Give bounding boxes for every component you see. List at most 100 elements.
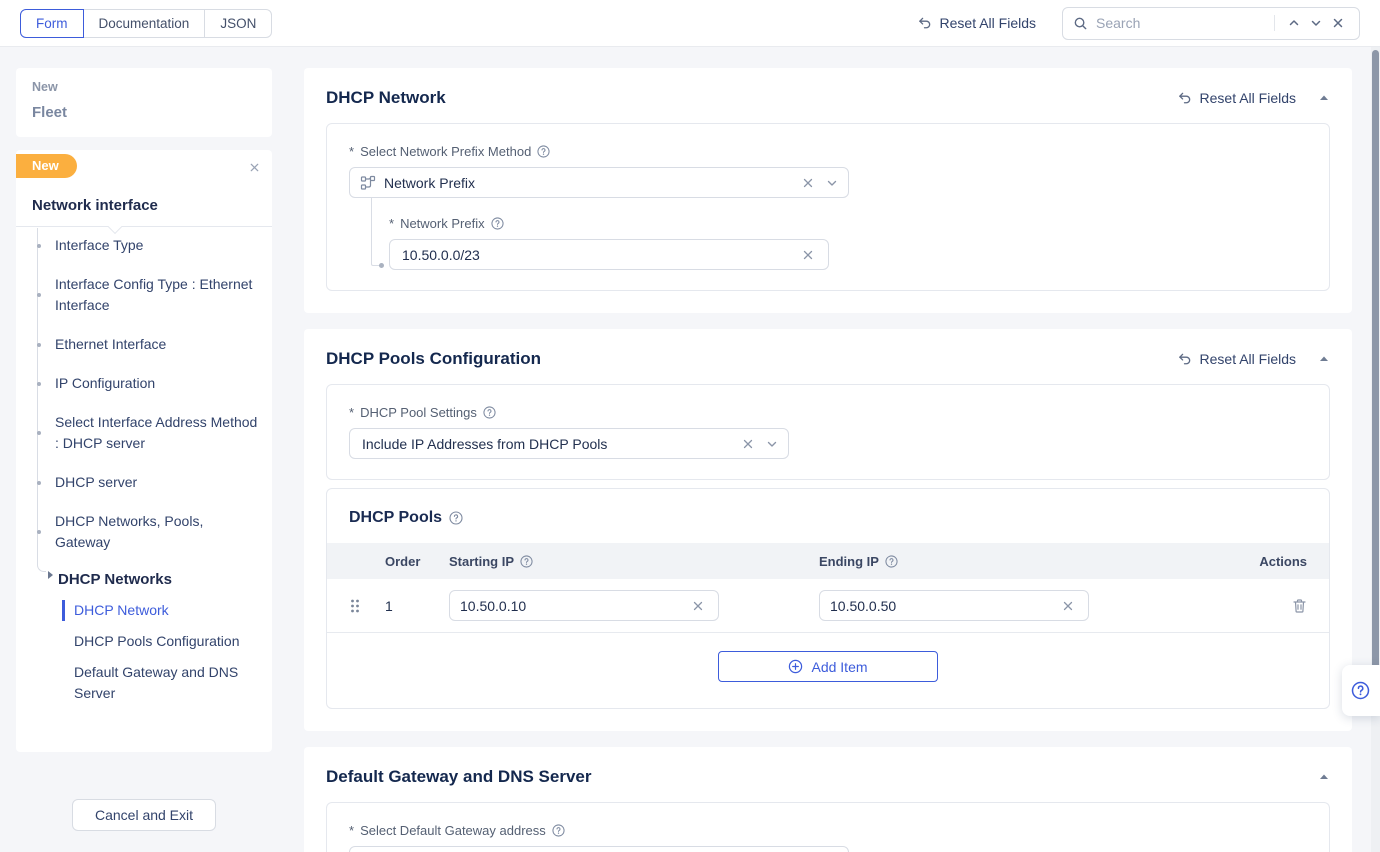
nav-child-dhcp-network[interactable]: DHCP Network — [58, 600, 272, 621]
nav-step-address-method[interactable]: Select Interface Address Method : DHCP s… — [55, 412, 258, 454]
help-circle-icon[interactable] — [491, 217, 504, 230]
main-content: DHCP Network Reset All Fields * — [304, 68, 1352, 852]
field-label-prefix-method: * Select Network Prefix Method — [349, 144, 1307, 159]
chevron-down-icon[interactable] — [766, 438, 778, 450]
help-circle-icon — [1351, 681, 1370, 700]
scrollbar-thumb[interactable] — [1372, 50, 1379, 688]
chevron-down-icon[interactable] — [826, 177, 838, 189]
search-box — [1062, 7, 1360, 40]
help-circle-icon[interactable] — [483, 406, 496, 419]
nav-group-label[interactable]: DHCP Networks — [58, 571, 272, 588]
scrollbar-track — [1371, 47, 1380, 852]
help-circle-icon[interactable] — [449, 511, 463, 525]
form-nav-card: New Network interface Interface Type Int… — [16, 150, 272, 752]
select-dhcp-pool-settings[interactable]: Include IP Addresses from DHCP Pools — [349, 428, 789, 459]
default-gateway-fieldbox: * Select Default Gateway address First A… — [326, 802, 1330, 852]
section-dhcp-pools-configuration: DHCP Pools Configuration Reset All Field… — [304, 329, 1352, 731]
search-icon — [1073, 16, 1088, 31]
network-prefix-input[interactable] — [402, 247, 798, 263]
drag-handle[interactable] — [349, 598, 385, 614]
hierarchy-icon — [360, 175, 376, 191]
status-badge: New — [16, 154, 77, 178]
required-marker: * — [349, 823, 354, 838]
dhcp-network-fieldbox: * Select Network Prefix Method Network P… — [326, 123, 1330, 291]
nav-step-dhcp-networks-pools-gateway[interactable]: DHCP Networks, Pools, Gateway — [55, 511, 258, 553]
chevron-up-icon — [1318, 92, 1330, 104]
cancel-and-exit-button[interactable]: Cancel and Exit — [72, 799, 216, 831]
column-header-label: Starting IP — [449, 554, 514, 569]
context-name: Fleet — [32, 104, 256, 121]
nested-network-prefix: * Network Prefix — [371, 216, 1307, 270]
delete-row-button[interactable] — [1292, 598, 1307, 614]
search-next-button[interactable] — [1305, 15, 1327, 31]
clear-icon[interactable] — [798, 175, 818, 191]
nav-step-interface-config-type[interactable]: Interface Config Type : Ethernet Interfa… — [55, 274, 258, 316]
clear-icon[interactable] — [688, 598, 708, 614]
starting-ip-input[interactable] — [460, 598, 688, 614]
table-row: 1 — [327, 579, 1329, 633]
close-icon — [1332, 17, 1344, 29]
nav-step-dhcp-server[interactable]: DHCP server — [55, 472, 258, 493]
help-circle-icon[interactable] — [537, 145, 550, 158]
help-circle-icon[interactable] — [885, 555, 898, 568]
tab-form[interactable]: Form — [20, 9, 84, 38]
search-prev-button[interactable] — [1283, 15, 1305, 31]
nav-step-ethernet-interface[interactable]: Ethernet Interface — [55, 334, 258, 355]
close-icon — [249, 162, 260, 173]
collapse-section-button[interactable] — [1318, 771, 1330, 783]
section-reset-fields-button[interactable]: Reset All Fields — [1177, 351, 1296, 367]
view-tabs: Form Documentation JSON — [20, 9, 272, 38]
nav-step-interface-type[interactable]: Interface Type — [55, 235, 258, 256]
section-reset-fields-button[interactable]: Reset All Fields — [1177, 90, 1296, 106]
tab-json[interactable]: JSON — [204, 9, 272, 38]
connector-line — [371, 198, 381, 266]
clear-icon[interactable] — [738, 436, 758, 452]
required-marker: * — [349, 144, 354, 159]
column-header-ending-ip: Ending IP — [819, 554, 1247, 569]
close-panel-button[interactable] — [237, 154, 272, 183]
search-divider — [1274, 15, 1275, 31]
field-label-pool-settings: * DHCP Pool Settings — [349, 405, 1307, 420]
select-network-prefix-method[interactable]: Network Prefix — [349, 167, 849, 198]
reset-all-fields-button[interactable]: Reset All Fields — [917, 15, 1036, 31]
nav-group-dhcp-networks: DHCP Networks DHCP Network DHCP Pools Co… — [16, 571, 272, 704]
nav-child-default-gateway-dns[interactable]: Default Gateway and DNS Server — [58, 662, 272, 704]
undo-icon — [1177, 91, 1192, 106]
undo-icon — [1177, 352, 1192, 367]
section-title: DHCP Pools Configuration — [326, 349, 541, 369]
ending-ip-field — [819, 590, 1089, 621]
field-label-default-gateway: * Select Default Gateway address — [349, 823, 1307, 838]
help-circle-icon[interactable] — [520, 555, 533, 568]
help-button[interactable] — [1342, 665, 1380, 716]
sidebar: New Fleet New Network interface Interfac… — [16, 68, 272, 852]
timeline-line — [37, 228, 38, 555]
select-default-gateway[interactable]: First Address of Network — [349, 846, 849, 852]
trash-icon — [1292, 598, 1307, 614]
search-close-button[interactable] — [1327, 15, 1349, 31]
chevron-up-icon — [1288, 17, 1300, 29]
nav-step-ip-configuration[interactable]: IP Configuration — [55, 373, 258, 394]
select-value: Include IP Addresses from DHCP Pools — [362, 436, 738, 452]
clear-icon[interactable] — [798, 247, 818, 263]
clear-icon[interactable] — [1058, 598, 1078, 614]
top-toolbar: Form Documentation JSON Reset All Fields — [0, 0, 1380, 47]
nav-steps: Interface Type Interface Config Type : E… — [16, 227, 272, 553]
add-item-button[interactable]: Add Item — [718, 651, 938, 682]
chevron-down-icon — [1310, 17, 1322, 29]
pool-settings-fieldbox: * DHCP Pool Settings Include IP Addresse… — [326, 384, 1330, 480]
collapse-section-button[interactable] — [1318, 353, 1330, 365]
search-input[interactable] — [1096, 15, 1266, 31]
plus-circle-icon — [788, 659, 803, 674]
collapse-section-button[interactable] — [1318, 92, 1330, 104]
tab-documentation[interactable]: Documentation — [83, 9, 206, 38]
column-header-order: Order — [385, 554, 449, 569]
chevron-up-icon — [1318, 353, 1330, 365]
ending-ip-input[interactable] — [830, 598, 1058, 614]
section-default-gateway-dns: Default Gateway and DNS Server * Select … — [304, 747, 1352, 852]
required-marker: * — [349, 405, 354, 420]
row-order: 1 — [385, 598, 449, 614]
help-circle-icon[interactable] — [552, 824, 565, 837]
column-header-actions: Actions — [1247, 554, 1307, 569]
connector-dot — [379, 263, 384, 268]
nav-child-dhcp-pools-configuration[interactable]: DHCP Pools Configuration — [58, 631, 272, 652]
